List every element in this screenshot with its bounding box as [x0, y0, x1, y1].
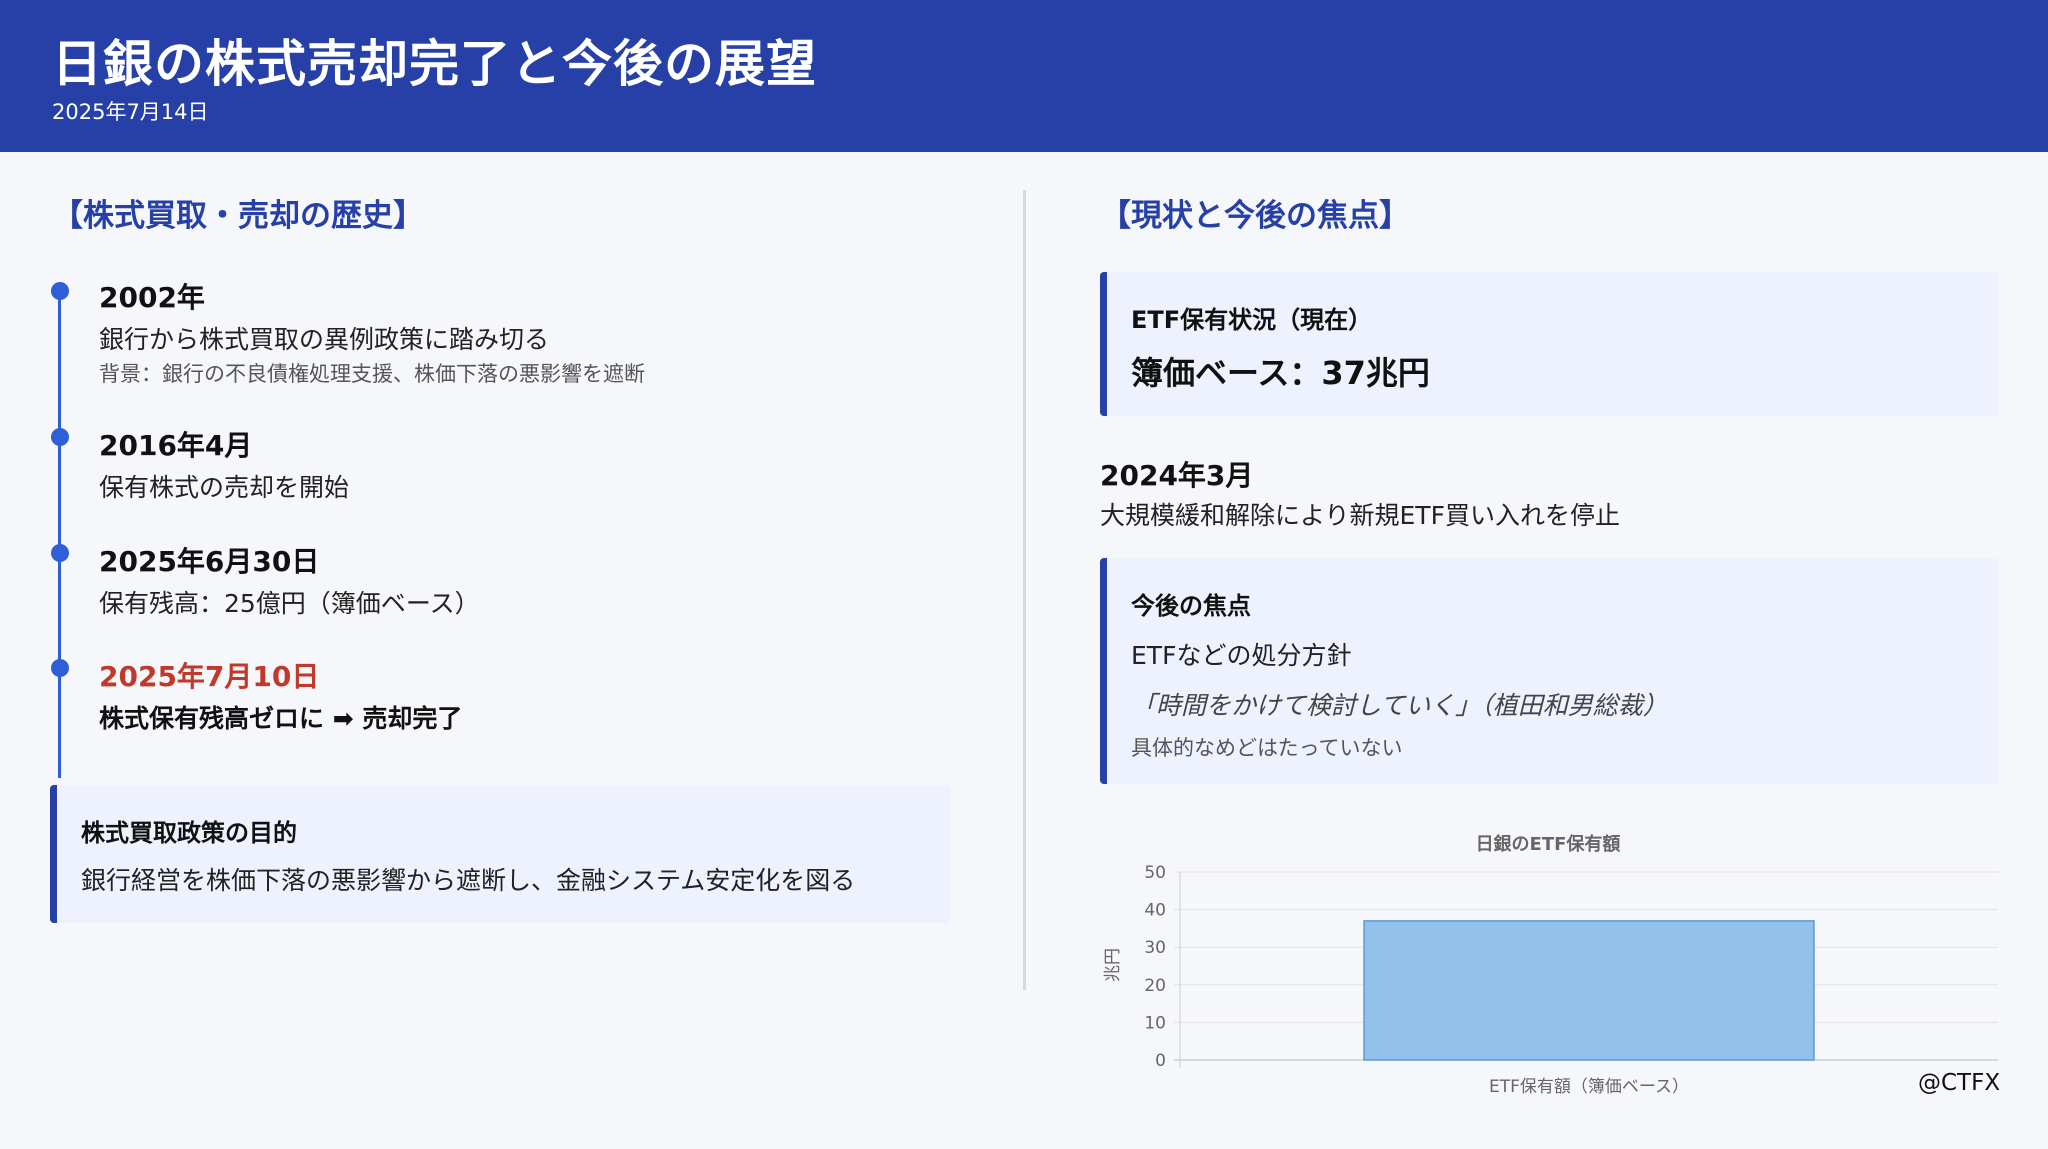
chart-bars	[1363, 920, 1815, 1061]
purpose-title: 株式買取政策の目的	[81, 819, 297, 847]
future-focus-box: 今後の焦点 ETFなどの処分方針 「時間をかけて検討していく」（植田和男総裁） …	[1100, 558, 1998, 784]
chart-ytick-label: 10	[1144, 1013, 1166, 1033]
future-focus-note: 具体的なめどはたっていない	[1131, 736, 1403, 760]
chart-title: 日銀のETF保有額	[1476, 833, 1621, 855]
credit-handle: @CTFX	[1918, 1070, 2001, 1096]
chart-xtick-label: ETF保有額（簿価ベース）	[1489, 1077, 1689, 1097]
page-title: 日銀の株式売却完了と今後の展望	[52, 35, 817, 93]
etf-status-value: 簿価ベース：37兆円	[1131, 354, 1430, 392]
chart-ytick-label: 0	[1155, 1051, 1166, 1071]
timeline-desc: 株式保有残高ゼロに ➡ 売却完了	[99, 704, 463, 733]
chart-ytick-label: 20	[1144, 976, 1166, 996]
chart-ytick-label: 40	[1144, 901, 1166, 921]
chart-ytick-label: 50	[1144, 863, 1166, 883]
timeline-desc: 保有残高：25億円（簿価ベース）	[99, 589, 480, 618]
timeline-date: 2025年6月30日	[99, 545, 320, 578]
future-focus-title: 今後の焦点	[1131, 592, 1251, 620]
timeline-date: 2002年	[99, 281, 205, 314]
history-section-title: 【株式買取・売却の歴史】	[52, 198, 424, 234]
page-date: 2025年7月14日	[52, 100, 209, 124]
purpose-text: 銀行経営を株価下落の悪影響から遮断し、金融システム安定化を図る	[81, 866, 856, 895]
timeline-desc: 保有株式の売却を開始	[99, 473, 350, 502]
purpose-box: 株式買取政策の目的 銀行経営を株価下落の悪影響から遮断し、金融システム安定化を図…	[50, 785, 950, 923]
event-date: 2024年3月	[1100, 459, 1254, 492]
etf-status-title: ETF保有状況（現在）	[1131, 306, 1373, 334]
chart-bar	[1363, 920, 1815, 1061]
chart-ylabel: 兆円	[1103, 948, 1123, 982]
timeline-date-highlight: 2025年7月10日	[99, 660, 320, 693]
timeline-note: 背景：銀行の不良債権処理支援、株価下落の悪影響を遮断	[99, 362, 645, 386]
page-header: 日銀の株式売却完了と今後の展望 2025年7月14日	[0, 0, 2048, 152]
timeline-dot	[51, 659, 69, 677]
chart-xlabels: ETF保有額（簿価ベース）	[1489, 1077, 1689, 1097]
focus-section-title: 【現状と今後の焦点】	[1100, 198, 1410, 234]
timeline-dot	[51, 544, 69, 562]
etf-status-box: ETF保有状況（現在） 簿価ベース：37兆円	[1100, 272, 1998, 416]
event-text: 大規模緩和解除により新規ETF買い入れを停止	[1100, 501, 1620, 530]
timeline-desc: 銀行から株式買取の異例政策に踏み切る	[99, 325, 550, 354]
chart-ytick-label: 30	[1144, 938, 1166, 958]
governor-quote: 「時間をかけて検討していく」（植田和男総裁）	[1131, 691, 1668, 720]
timeline-line	[58, 288, 61, 778]
future-focus-text: ETFなどの処分方針	[1131, 641, 1352, 670]
etf-holdings-chart-svg: 日銀のETF保有額 兆円 0 10 20 30 40 50 ETF保有額（簿価ベース）	[1103, 833, 1998, 1097]
etf-holdings-chart: 日銀のETF保有額 兆円 0 10 20 30 40 50 ETF保有額（簿価ベース）	[1095, 820, 2015, 1110]
timeline-date: 2016年4月	[99, 429, 253, 462]
timeline-dot	[51, 428, 69, 446]
timeline-dot	[51, 282, 69, 300]
column-divider	[1023, 190, 1026, 990]
